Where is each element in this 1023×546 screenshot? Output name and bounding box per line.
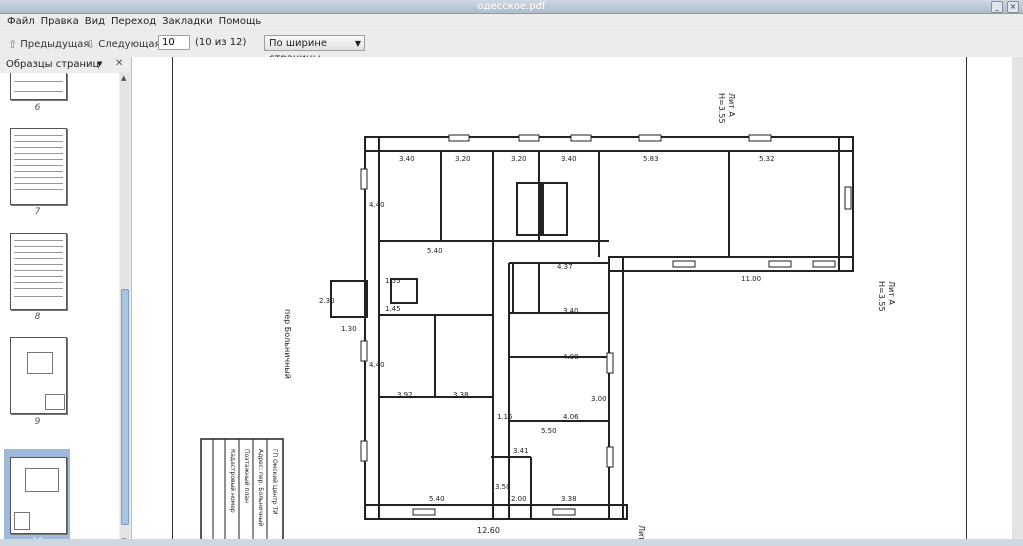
thumbnail-page[interactable] xyxy=(10,233,67,310)
dimension-label: 1.30 xyxy=(341,325,357,333)
dimension-label: 3.00 xyxy=(591,395,607,403)
dimension-label: 3.41 xyxy=(513,447,529,455)
section-mark: Лит А xyxy=(887,281,896,305)
dimension-label: 1.55 xyxy=(385,277,401,285)
dimension-label: 5.50 xyxy=(541,427,557,435)
section-mark: Н=3.55 xyxy=(877,281,886,312)
dimension-label: 2.00 xyxy=(511,495,527,503)
document-view[interactable]: 3.40 3.20 3.20 3.40 5.83 5.32 5.40 4.37 … xyxy=(132,57,1023,546)
dimension-label: 4.00 xyxy=(563,353,579,361)
arrow-up-icon: ⇧ xyxy=(8,37,18,51)
sidebar-title: Образцы страниц xyxy=(6,59,100,70)
page-count: (10 из 12) xyxy=(195,37,247,48)
thumbnail-page-selected[interactable] xyxy=(10,457,67,534)
thumbnail-label: 8 xyxy=(34,312,41,322)
chevron-down-icon: ▼ xyxy=(354,39,361,48)
title-bar: одесское.pdf _ × xyxy=(0,0,1023,14)
menu-file[interactable]: Файл xyxy=(4,14,38,30)
thumbnail-list: 6 7 8 9 10 xyxy=(0,73,119,546)
close-window-icon[interactable]: × xyxy=(1007,1,1019,13)
dimension-label: 3.20 xyxy=(511,155,527,163)
dimension-label: 5.32 xyxy=(759,155,775,163)
dimension-label: 2.30 xyxy=(319,297,335,305)
menu-view[interactable]: Вид xyxy=(82,14,108,30)
menu-go[interactable]: Переход xyxy=(108,14,159,30)
menu-help[interactable]: Помощь xyxy=(216,14,265,30)
stamp-text: Поэтажный план xyxy=(243,449,250,503)
thumbnail-label: 7 xyxy=(34,207,41,217)
dimension-label: 1.15 xyxy=(497,413,513,421)
floor-plan-drawing: 3.40 3.20 3.20 3.40 5.83 5.32 5.40 4.37 … xyxy=(200,93,896,546)
thumbnail-label: 9 xyxy=(34,417,41,427)
sidebar-header: Образцы страниц ▼ ✕ xyxy=(0,57,131,73)
toolbar: ⇧ Предыдущая ⇩ Следующая xyxy=(0,31,1023,58)
sidebar-dropdown-icon[interactable]: ▼ xyxy=(97,60,102,68)
window-title: одесское.pdf xyxy=(477,1,546,12)
dimension-label: 5.40 xyxy=(427,247,443,255)
dimension-label: 3.38 xyxy=(561,495,577,503)
document-page: 3.40 3.20 3.20 3.40 5.83 5.32 5.40 4.37 … xyxy=(172,57,967,546)
next-page-button[interactable]: ⇩ Следующая xyxy=(86,35,161,53)
total-width-label: 12.60 xyxy=(477,526,500,535)
dimension-label: 5.83 xyxy=(643,155,659,163)
thumbnail-page[interactable] xyxy=(10,128,67,205)
stamp-text: ГП Омский Центр ТИ xyxy=(271,449,278,515)
thumbnail-page[interactable] xyxy=(10,337,67,414)
thumbnail-scrollbar[interactable]: ▲ ▼ xyxy=(120,73,130,546)
scrollbar-thumb[interactable] xyxy=(121,289,129,525)
scroll-up-icon[interactable]: ▲ xyxy=(121,74,126,82)
dimension-label: 5.40 xyxy=(429,495,445,503)
dimension-label: 4.06 xyxy=(563,413,579,421)
dimension-label: 3.40 xyxy=(563,307,579,315)
previous-page-button[interactable]: ⇧ Предыдущая xyxy=(8,35,89,53)
taskbar xyxy=(0,539,1023,546)
dimension-label: 3.40 xyxy=(561,155,577,163)
dimension-label: 11.00 xyxy=(741,275,761,283)
stamp-text: Кадастровый номер xyxy=(229,449,236,513)
menu-bookmarks[interactable]: Закладки xyxy=(159,14,216,30)
dimension-label: 3.92 xyxy=(397,391,413,399)
arrow-down-icon: ⇩ xyxy=(86,37,96,51)
sidebar-close-icon[interactable]: ✕ xyxy=(115,58,123,69)
previous-page-label: Предыдущая xyxy=(20,38,90,50)
menu-edit[interactable]: Правка xyxy=(38,14,82,30)
next-page-label: Следующая xyxy=(98,38,161,50)
page-number-input[interactable] xyxy=(158,35,190,50)
sidebar: Образцы страниц ▼ ✕ 6 7 8 9 ▲ xyxy=(0,57,132,546)
thumbnail-label: 6 xyxy=(34,103,41,113)
dimension-label: 3.20 xyxy=(455,155,471,163)
section-mark: Лит А xyxy=(727,93,736,117)
dimension-label: 1.45 xyxy=(385,305,401,313)
minimize-icon[interactable]: _ xyxy=(991,1,1003,13)
street-label: пер Больничный xyxy=(283,309,292,379)
document-scrollbar[interactable] xyxy=(1012,57,1023,546)
stamp-text: Адрес: пер. Больничный xyxy=(257,449,264,526)
dimension-label: 3.38 xyxy=(453,391,469,399)
dimension-label: 4.40 xyxy=(369,361,385,369)
dimension-label: 4.37 xyxy=(557,263,573,271)
dimension-label: 4.40 xyxy=(369,201,385,209)
dimension-label: 3.50 xyxy=(495,483,511,491)
dimension-label: 3.40 xyxy=(399,155,415,163)
title-stamp: ГП Омский Центр ТИ Адрес: пер. Больничны… xyxy=(200,438,284,546)
thumbnail-page[interactable] xyxy=(10,73,67,100)
section-mark: Н=3.55 xyxy=(717,93,726,124)
zoom-select[interactable]: По ширине страницы ▼ xyxy=(264,35,365,64)
menu-bar: Файл Правка Вид Переход Закладки Помощь xyxy=(0,14,1023,30)
